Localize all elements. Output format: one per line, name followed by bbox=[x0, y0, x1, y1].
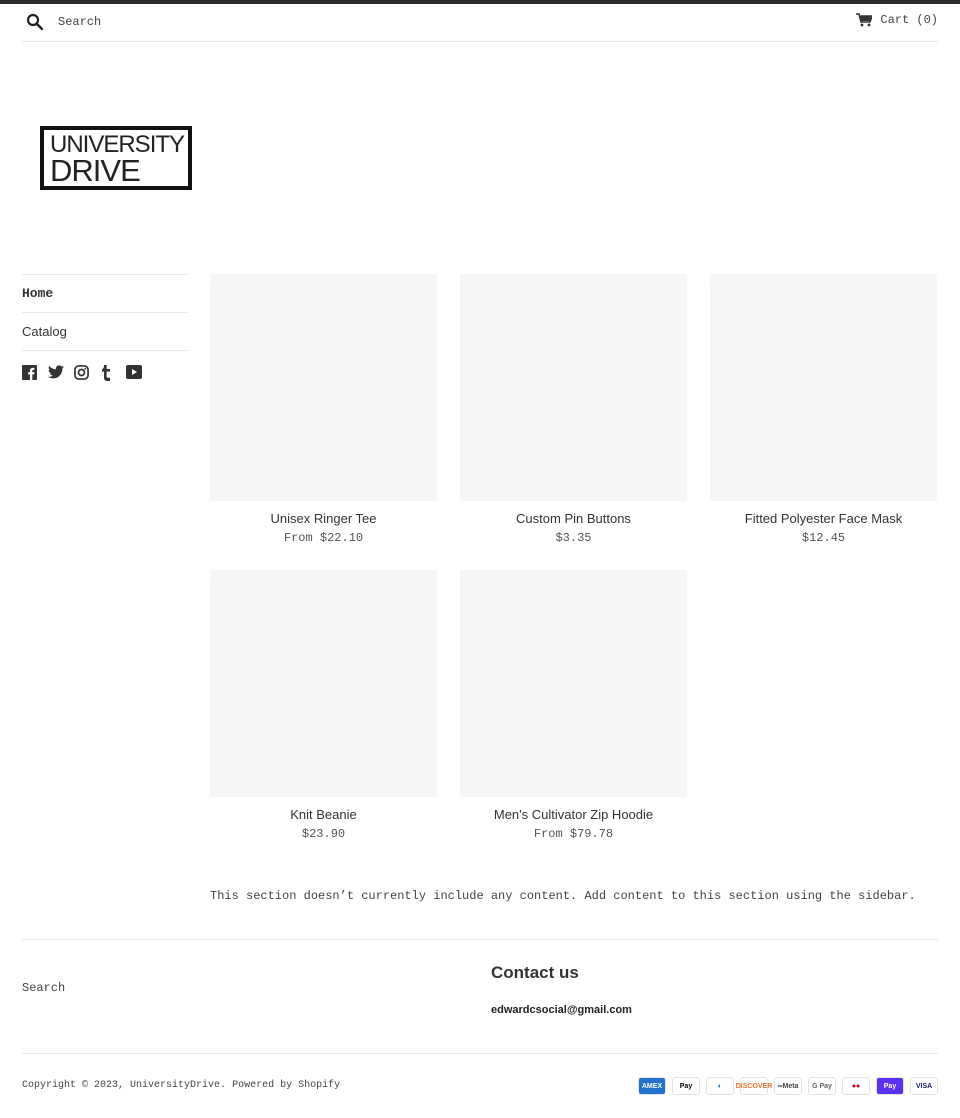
store-name-link[interactable]: UniversityDrive bbox=[130, 1080, 220, 1091]
product-price: From $79.78 bbox=[533, 827, 614, 841]
shop-pay-icon: Pay bbox=[876, 1077, 904, 1095]
discover-icon: DISCOVER bbox=[736, 1077, 772, 1095]
payment-icons: AMEX Pay ◐ DISCOVER ∞Meta G Pay ●● Pay V… bbox=[638, 1077, 938, 1095]
product-image[interactable] bbox=[460, 570, 687, 797]
search-icon[interactable] bbox=[26, 13, 44, 31]
product-title[interactable]: Unisex Ringer Tee bbox=[210, 511, 437, 526]
product-card[interactable]: Fitted Polyester Face Mask $12.45 bbox=[710, 274, 937, 545]
facebook-icon[interactable] bbox=[22, 365, 38, 381]
apple-pay-icon: Pay bbox=[672, 1077, 700, 1095]
cart-icon bbox=[856, 13, 874, 27]
product-price: $23.90 bbox=[301, 827, 346, 841]
powered-by-link[interactable]: Powered by Shopify bbox=[232, 1080, 340, 1091]
contact-email[interactable]: edwardcsocial@gmail.com bbox=[491, 1004, 632, 1016]
footer-divider bbox=[22, 939, 938, 940]
cart-label: Cart (0) bbox=[880, 13, 938, 27]
mastercard-icon: ●● bbox=[842, 1077, 870, 1095]
empty-section-message: This section doesn’t currently include a… bbox=[210, 889, 916, 903]
product-image[interactable] bbox=[460, 274, 687, 501]
product-card[interactable]: Unisex Ringer Tee From $22.10 bbox=[210, 274, 437, 545]
footer-search-link[interactable]: Search bbox=[22, 981, 65, 995]
instagram-icon[interactable] bbox=[74, 365, 90, 381]
product-card[interactable]: Men's Cultivator Zip Hoodie From $79.78 bbox=[460, 570, 687, 841]
social-links bbox=[22, 365, 188, 381]
product-card[interactable]: Knit Beanie $23.90 bbox=[210, 570, 437, 841]
sidebar-item-home[interactable]: Home bbox=[22, 274, 188, 312]
cart-link[interactable]: Cart (0) bbox=[856, 13, 938, 27]
copyright-separator: . bbox=[220, 1080, 233, 1091]
sidebar-divider bbox=[22, 350, 188, 351]
logo-text-line2: DRIVE bbox=[50, 153, 141, 188]
contact-title: Contact us bbox=[491, 963, 579, 982]
product-title[interactable]: Knit Beanie bbox=[210, 807, 437, 822]
product-title[interactable]: Custom Pin Buttons bbox=[460, 511, 687, 526]
amex-icon: AMEX bbox=[638, 1077, 666, 1095]
copyright: Copyright © 2023, UniversityDrive. Power… bbox=[22, 1080, 340, 1091]
google-pay-icon: G Pay bbox=[808, 1077, 836, 1095]
youtube-icon[interactable] bbox=[126, 365, 142, 381]
product-price: From $22.10 bbox=[283, 531, 364, 545]
site-header: Cart (0) bbox=[22, 4, 938, 42]
tumblr-icon[interactable] bbox=[100, 365, 116, 381]
visa-icon: VISA bbox=[910, 1077, 938, 1095]
sidebar-nav: Home Catalog bbox=[22, 274, 188, 381]
product-image[interactable] bbox=[710, 274, 937, 501]
search-input[interactable] bbox=[58, 12, 358, 32]
product-price: $12.45 bbox=[801, 531, 846, 545]
product-card[interactable]: Custom Pin Buttons $3.35 bbox=[460, 274, 687, 545]
product-price: $3.35 bbox=[555, 531, 592, 545]
product-image[interactable] bbox=[210, 274, 437, 501]
product-title[interactable]: Men's Cultivator Zip Hoodie bbox=[460, 807, 687, 822]
product-title[interactable]: Fitted Polyester Face Mask bbox=[710, 511, 937, 526]
footer-bottom-divider bbox=[22, 1053, 938, 1054]
copyright-prefix: Copyright © 2023, bbox=[22, 1080, 131, 1091]
diners-club-icon: ◐ bbox=[706, 1077, 734, 1095]
product-image[interactable] bbox=[210, 570, 437, 797]
sidebar-item-catalog[interactable]: Catalog bbox=[22, 312, 188, 350]
twitter-icon[interactable] bbox=[48, 365, 64, 381]
site-logo[interactable]: UNIVERSITY DRIVE bbox=[40, 126, 192, 190]
meta-pay-icon: ∞Meta bbox=[774, 1077, 802, 1095]
